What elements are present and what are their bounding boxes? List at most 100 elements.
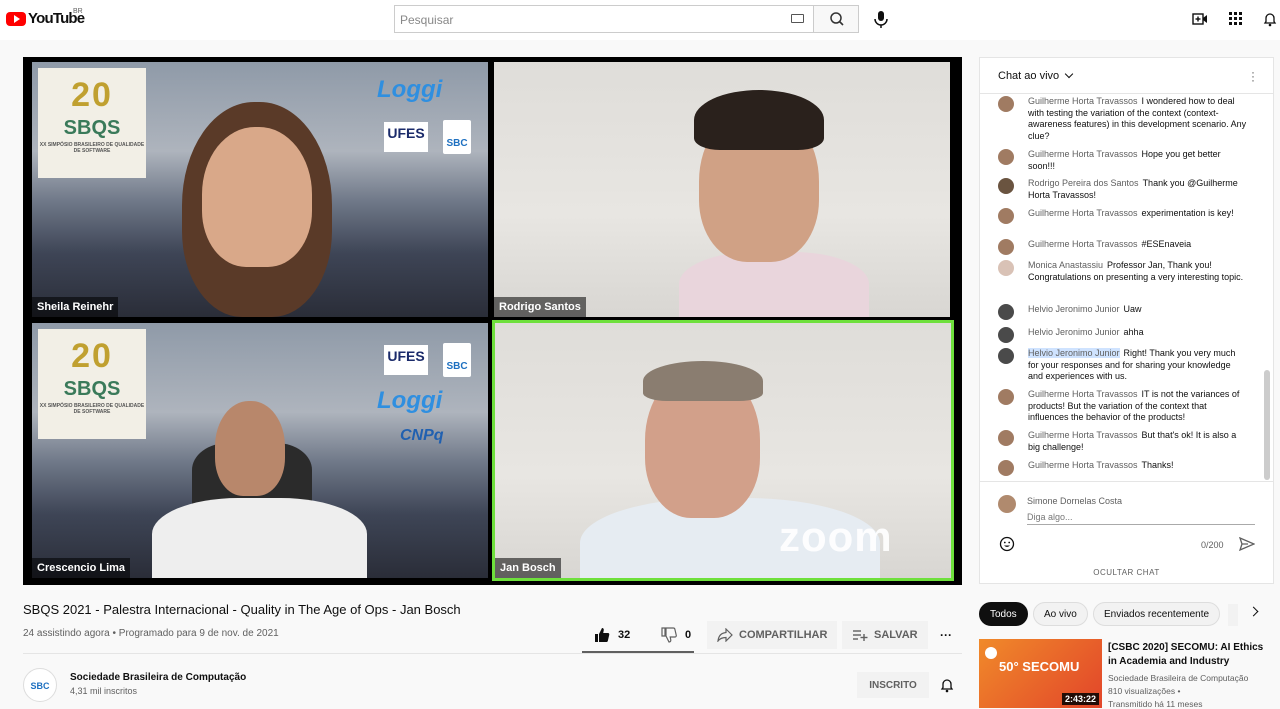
like-button[interactable]: 32 [594,621,630,649]
emoji-icon[interactable] [999,536,1015,557]
more-actions-button[interactable]: ··· [940,621,952,649]
message-text: Uaw [1123,304,1142,314]
youtube-logo[interactable]: YouTube BR [6,8,85,27]
share-icon [717,628,733,642]
message-author: Guilherme Horta Travassos [1028,239,1138,249]
video-duration: 2:43:22 [1061,693,1099,705]
message-author: Guilherme Horta Travassos [1028,430,1138,440]
notifications-icon[interactable] [1262,11,1278,27]
participant-hair [643,361,763,401]
participant-face [202,127,312,267]
message-author: Rodrigo Pereira dos Santos [1028,178,1139,188]
recommended-title[interactable]: [CSBC 2020] SECOMU: AI Ethics in Academi… [1108,641,1268,669]
channel-subscribers: 4,31 mil inscritos [70,686,138,696]
message-author: Helvio Jeronimo Junior [1028,327,1120,337]
create-video-icon[interactable] [1192,11,1208,27]
share-label: COMPARTILHAR [739,629,828,641]
chat-message: Helvio Jeronimo Junior ahha [998,327,1248,343]
keyboard-icon[interactable] [791,14,804,23]
sbc-logo: SBC [443,343,471,377]
chat-message: Guilherme Horta Travassos Thanks! [998,460,1248,476]
author-avatar [998,178,1014,194]
chevron-right-icon[interactable] [1248,606,1259,617]
chat-message: Guilherme Horta Travassos #ESEnaveia [998,239,1248,255]
author-avatar [998,239,1014,255]
chat-message: Helvio Jeronimo Junior Uaw [998,304,1248,320]
recommended-age: Transmitido há 11 meses [1108,699,1203,709]
chevron-down-icon [1064,69,1074,79]
country-code: BR [73,8,83,15]
message-author: Guilherme Horta Travassos [1028,149,1138,159]
thumbs-up-icon [595,628,610,642]
video-player[interactable]: 20 SBQS XX SIMPÓSIO BRASILEIRO DE QUALID… [23,57,962,585]
chat-message-input[interactable]: Diga algo... [1027,511,1255,525]
sbqs-logo: 20 SBQS XX SIMPÓSIO BRASILEIRO DE QUALID… [38,68,146,178]
recommended-views: 810 visualizações • [1108,686,1181,696]
loggi-logo: Loggi [377,76,443,103]
message-text: #ESEnaveia [1141,239,1192,249]
chip-overflow [1228,604,1238,626]
save-button[interactable]: SALVAR [842,621,928,649]
like-count: 32 [618,629,631,641]
hide-chat-button[interactable]: OCULTAR CHAT [980,568,1273,577]
chat-menu-icon[interactable]: · · · [1251,66,1255,86]
message-author: Guilherme Horta Travassos [1028,460,1138,470]
participant-face [215,401,285,496]
video-meta: 24 assistindo agora • Programado para 9 … [23,628,279,639]
dislike-button[interactable]: 0 [661,621,691,649]
mic-icon[interactable] [871,8,891,30]
playlist-add-icon [853,630,868,641]
thumbs-down-icon [661,627,677,643]
search-button[interactable] [813,5,859,33]
recommended-thumbnail[interactable]: 50° SECOMU 2:43:22 [979,639,1102,708]
bell-icon[interactable] [939,677,955,698]
recommended-channel[interactable]: Sociedade Brasileira de Computação [1108,673,1248,683]
participant-tile-sheila: 20 SBQS XX SIMPÓSIO BRASILEIRO DE QUALID… [32,62,488,317]
char-counter: 0/200 [1201,540,1224,550]
author-avatar [998,149,1014,165]
search-input[interactable]: Pesquisar [394,5,814,33]
participant-name: Jan Bosch [495,558,561,578]
top-bar: YouTube BR Pesquisar [0,0,1280,40]
message-author: Guilherme Horta Travassos [1028,96,1138,106]
dislike-count: 0 [685,629,692,641]
cnpq-logo: CNPq [400,427,444,444]
participant-shirt [152,498,367,578]
loggi-logo: Loggi [377,387,443,414]
participant-tile-jan: zoom Jan Bosch [492,320,954,581]
author-avatar [998,460,1014,476]
thumbnail-title: 50° SECOMU [999,659,1080,674]
author-avatar [998,304,1014,320]
chat-messages: Guilherme Horta Travassos I wondered how … [980,94,1273,480]
chip-live[interactable]: Ao vivo [1033,602,1088,626]
ufes-logo: UFES [384,122,428,152]
apps-icon[interactable] [1228,11,1244,27]
chat-title: Chat ao vivo [998,70,1060,82]
chat-message: Guilherme Horta Travassos Hope you get be… [998,149,1248,172]
channel-avatar[interactable]: SBC [23,668,57,702]
chat-mode-dropdown[interactable]: Chat ao vivo [998,69,1074,82]
message-text: ahha [1123,327,1144,337]
channel-name[interactable]: Sociedade Brasileira de Computação [70,672,246,683]
event-logo [985,647,997,659]
participant-name: Crescencio Lima [32,558,131,578]
user-avatar [998,495,1016,513]
share-button[interactable]: COMPARTILHAR [707,621,838,649]
chat-header: Chat ao vivo · · · [980,58,1273,94]
subscribed-button[interactable]: INSCRITO [857,672,929,698]
author-avatar [998,389,1014,405]
send-icon[interactable] [1238,536,1256,556]
zoom-watermark: zoom [779,513,893,560]
chip-all[interactable]: Todos [979,602,1028,626]
chip-recent[interactable]: Enviados recentemente [1093,602,1221,626]
chat-input-area: Simone Dornelas Costa Diga algo... 0/200… [980,481,1273,585]
chat-message: Guilherme Horta Travassos experimentation… [998,208,1248,224]
chat-message: Guilherme Horta Travassos I wondered how … [998,96,1248,142]
chat-message: Guilherme Horta Travassos But that's ok! … [998,430,1248,453]
search-icon [830,12,844,26]
chat-scrollbar[interactable] [1264,370,1270,480]
divider [23,653,962,654]
chat-message: Helvio Jeronimo Junior Right! Thank you v… [998,348,1248,383]
message-text: experimentation is key! [1141,208,1234,218]
participant-name: Sheila Reinehr [32,297,119,317]
